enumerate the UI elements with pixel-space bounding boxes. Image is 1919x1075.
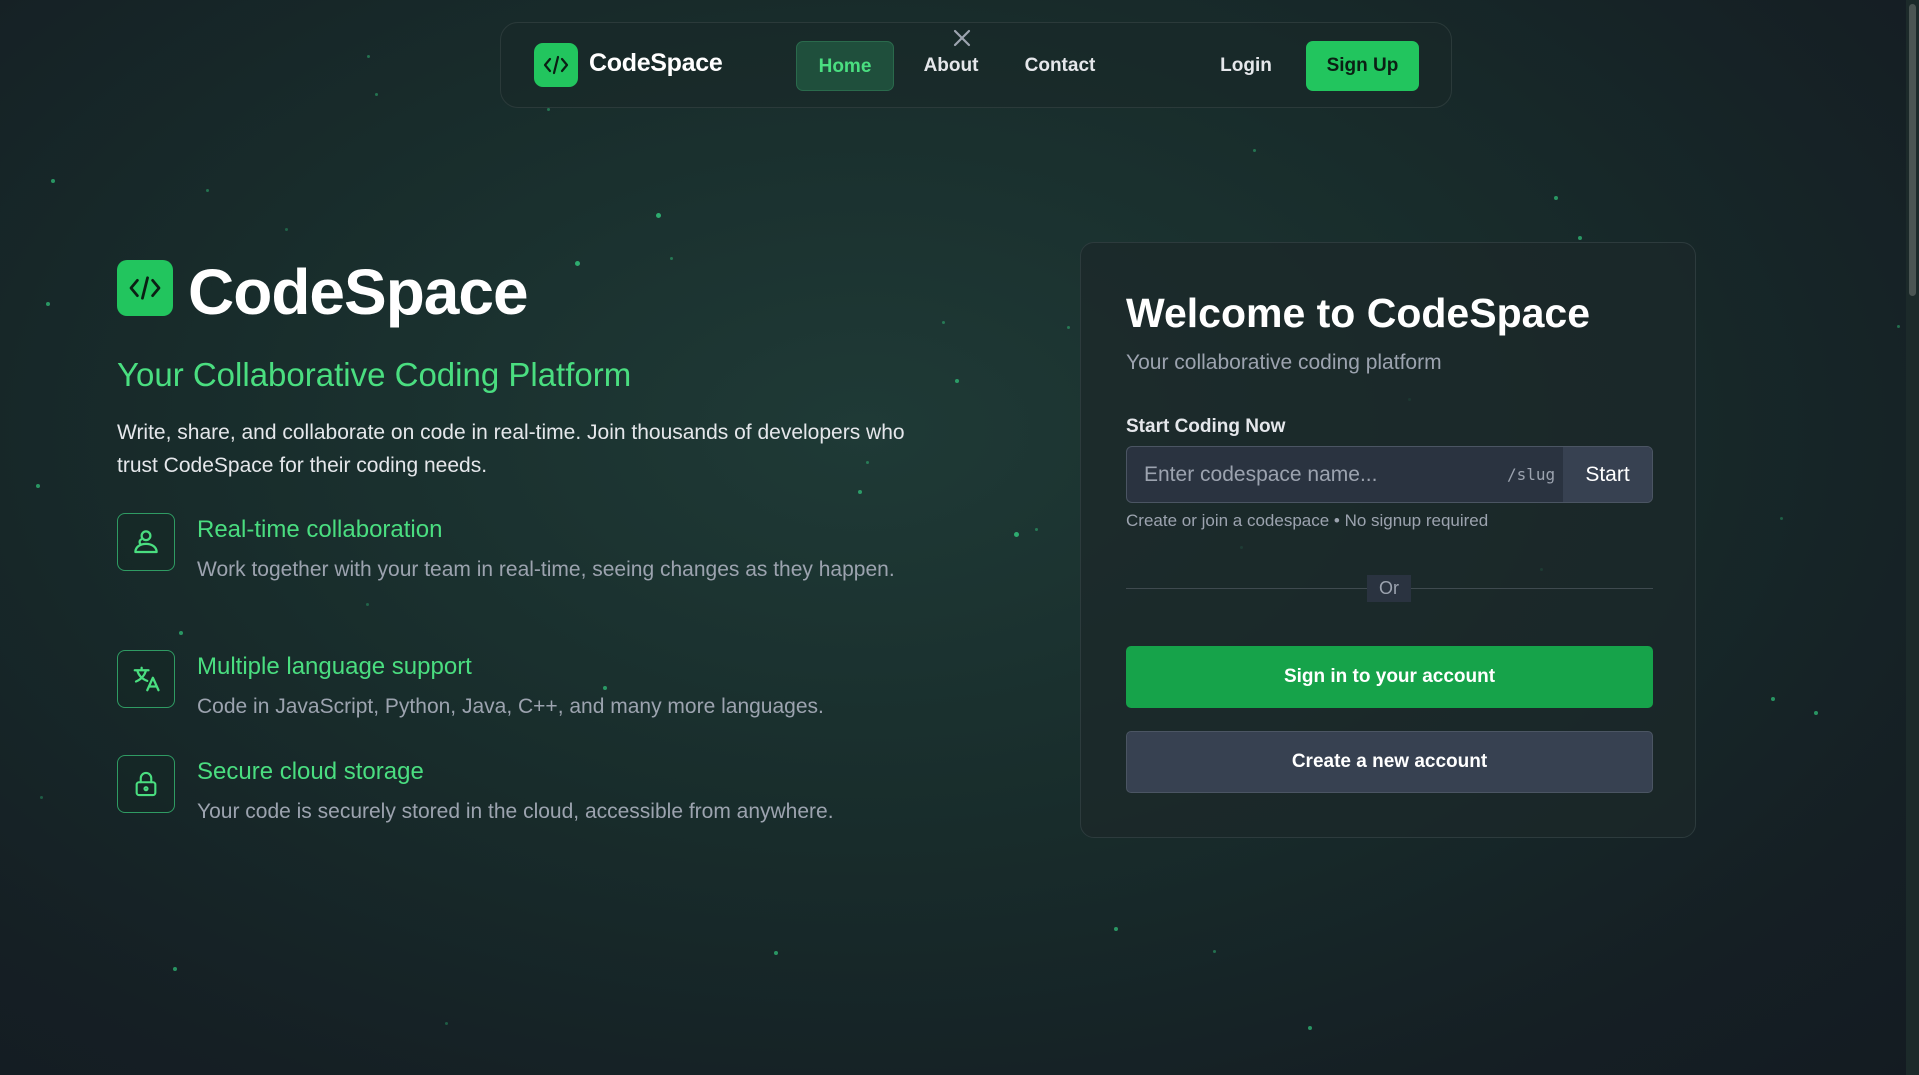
- card-subtitle: Your collaborative coding platform: [1126, 351, 1442, 374]
- hero-subtitle: Your Collaborative Coding Platform: [117, 356, 632, 393]
- nav-brand[interactable]: CodeSpace: [589, 49, 723, 78]
- feature-description: Work together with your team in real-tim…: [197, 558, 895, 581]
- users-icon: [117, 513, 175, 571]
- feature-description: Your code is securely stored in the clou…: [197, 800, 834, 823]
- translate-icon: [117, 650, 175, 708]
- feature-title: Real-time collaboration: [197, 516, 443, 543]
- code-icon: [117, 260, 173, 316]
- start-coding-label: Start Coding Now: [1126, 416, 1286, 437]
- feature-title: Secure cloud storage: [197, 758, 424, 785]
- close-icon[interactable]: [950, 26, 974, 50]
- feature-description: Code in JavaScript, Python, Java, C++, a…: [197, 695, 824, 718]
- nav-home-link[interactable]: Home: [796, 41, 894, 91]
- card-title: Welcome to CodeSpace: [1126, 290, 1591, 336]
- hero-description: Write, share, and collaborate on code in…: [117, 421, 905, 477]
- start-button[interactable]: Start: [1563, 447, 1652, 502]
- input-hint: Create or join a codespace • No signup r…: [1126, 511, 1489, 530]
- login-link[interactable]: Login: [1216, 41, 1276, 91]
- slug-suffix: /slug: [1507, 465, 1556, 484]
- code-icon[interactable]: [534, 43, 578, 87]
- welcome-card: Welcome to CodeSpace Your collaborative …: [1080, 242, 1696, 838]
- signup-button[interactable]: Sign Up: [1306, 41, 1419, 91]
- sign-in-button[interactable]: Sign in to your account: [1126, 646, 1653, 708]
- lock-icon: [117, 755, 175, 813]
- or-separator: Or: [1367, 575, 1411, 602]
- create-account-button[interactable]: Create a new account: [1126, 731, 1653, 793]
- top-navbar: CodeSpace Home About Contact Login Sign …: [500, 22, 1452, 108]
- scrollbar-thumb[interactable]: [1909, 4, 1916, 296]
- hero-title: CodeSpace: [188, 256, 529, 328]
- feature-title: Multiple language support: [197, 653, 472, 680]
- codespace-name-input[interactable]: [1127, 447, 1507, 502]
- nav-contact-link[interactable]: Contact: [1024, 41, 1096, 91]
- codespace-input-group: /slug Start: [1126, 446, 1653, 503]
